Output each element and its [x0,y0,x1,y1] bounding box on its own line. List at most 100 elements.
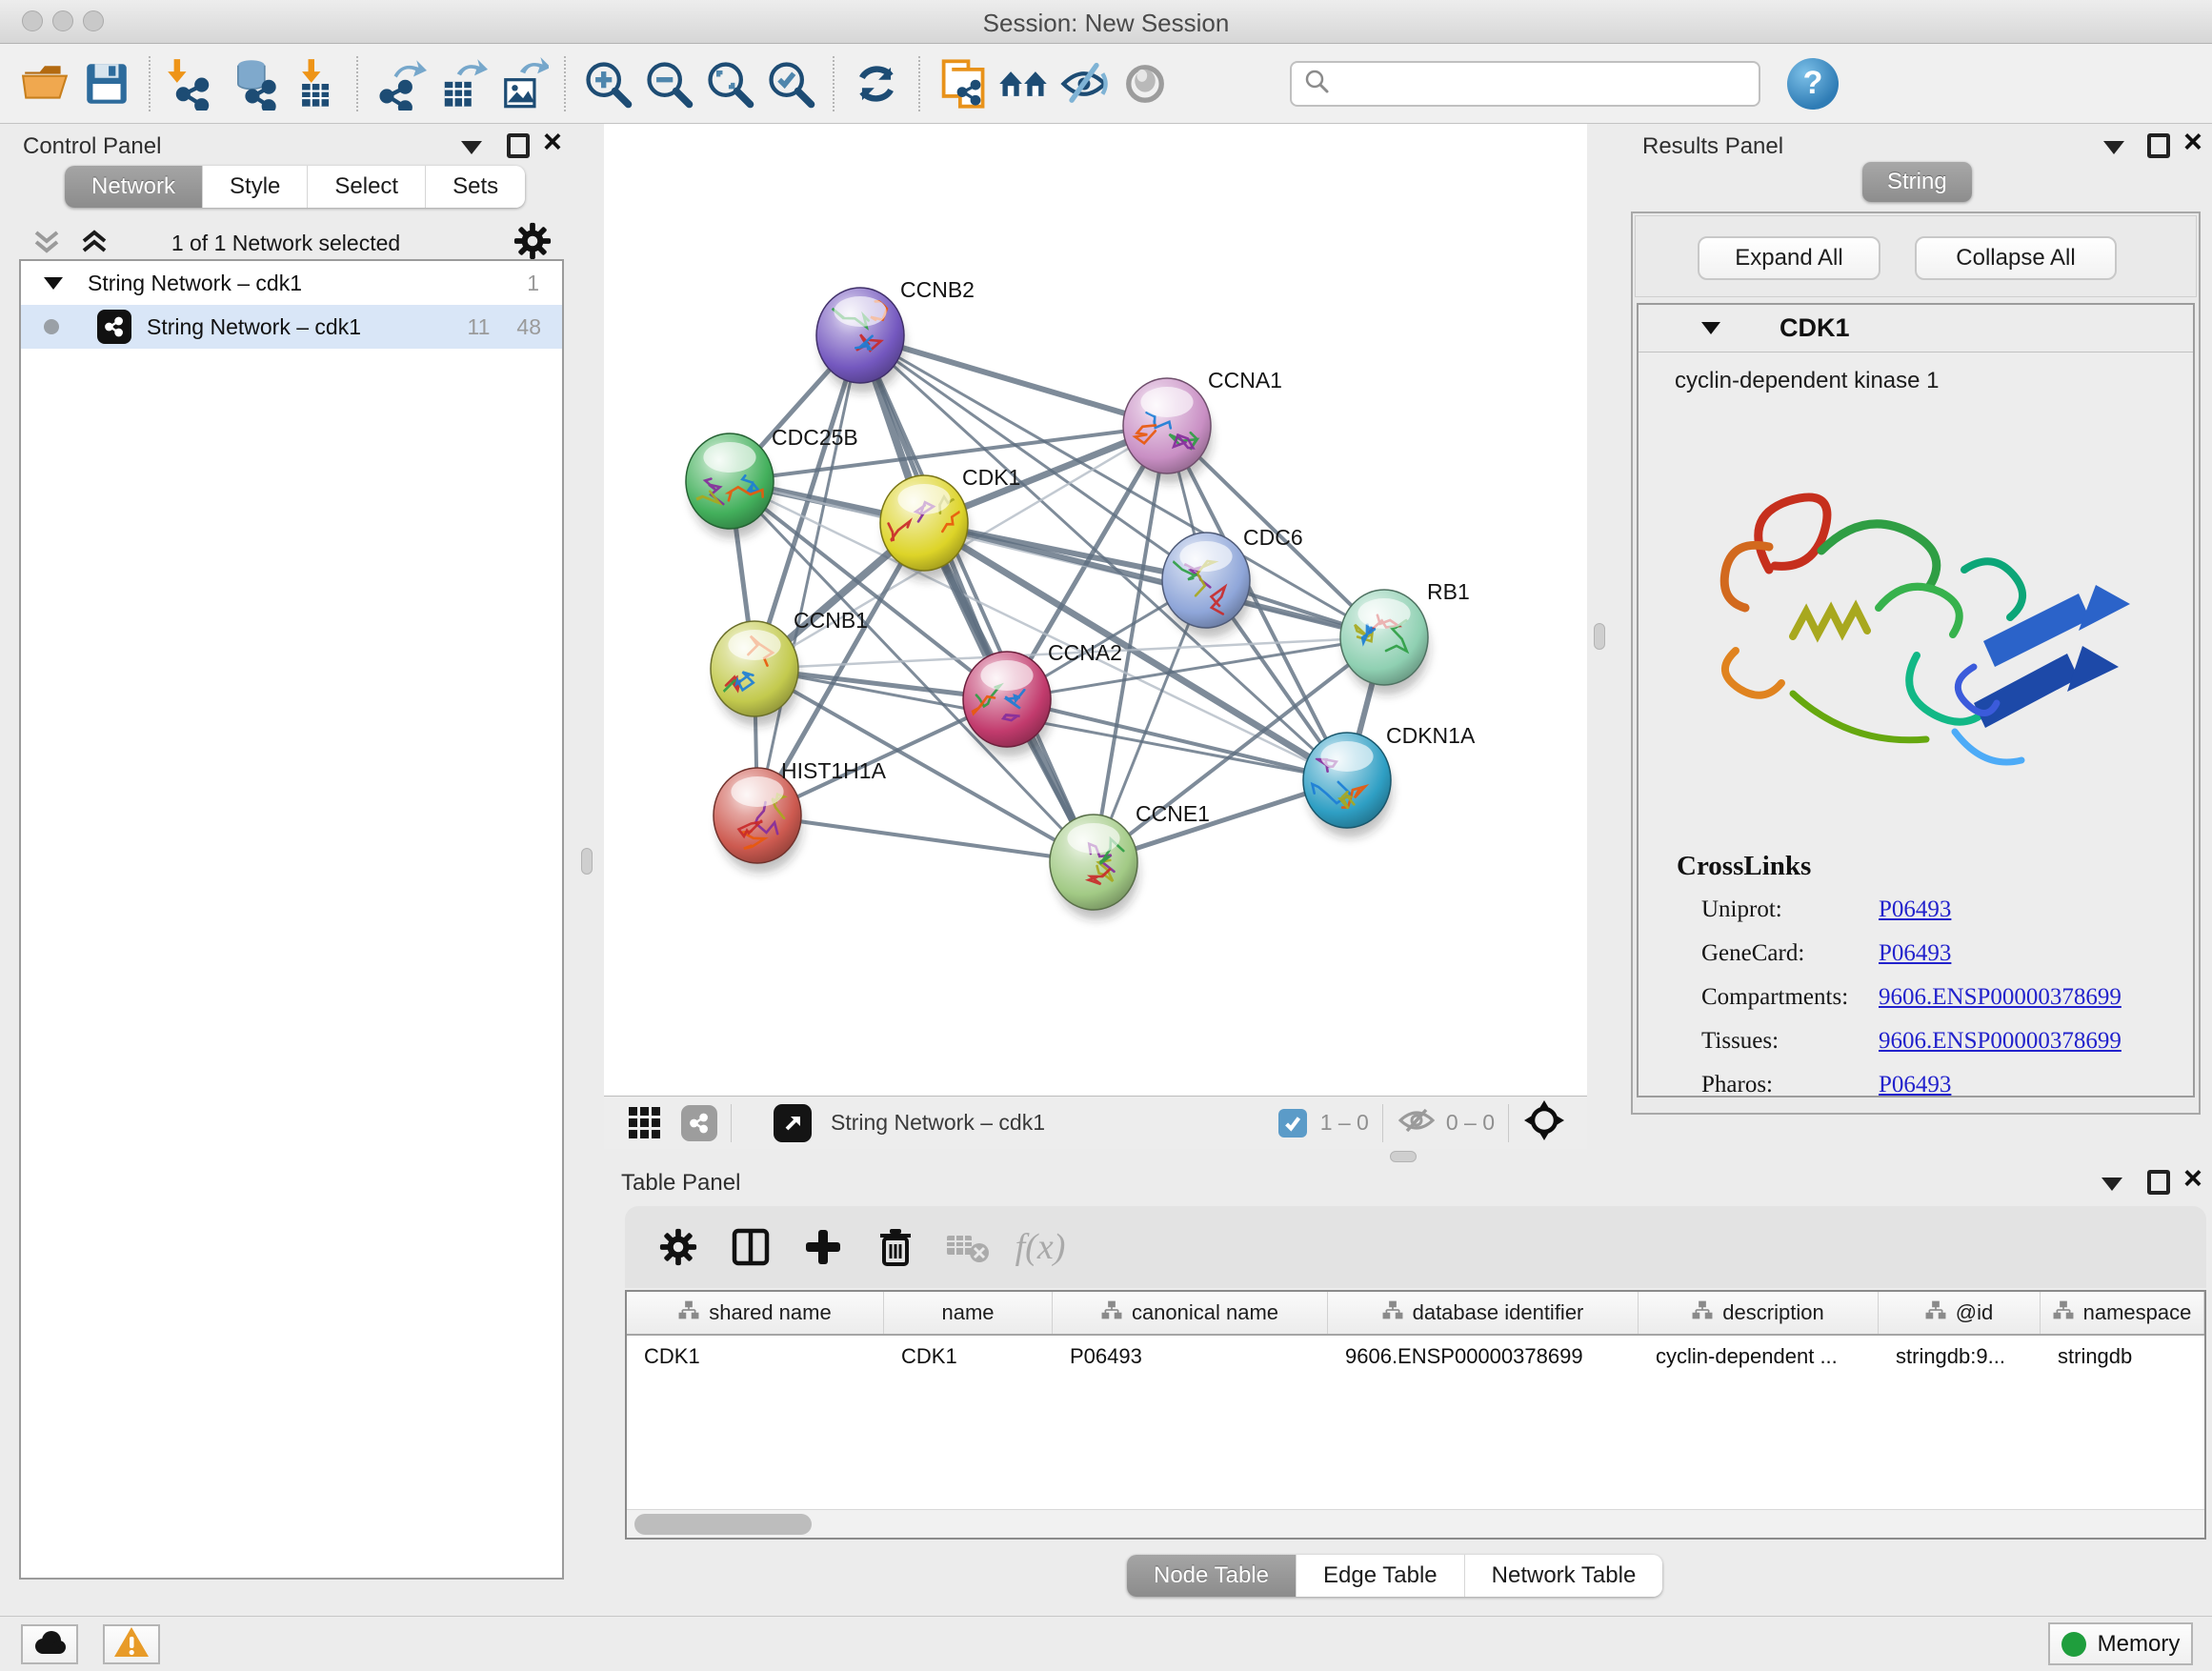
network-edge-CCNB2-CCNA1[interactable] [860,335,1167,426]
zoom-selected-icon[interactable] [760,54,821,113]
right-splitter-handle[interactable] [1594,623,1605,650]
import-network-icon[interactable] [162,54,223,113]
collapse-all-button[interactable]: Collapse All [1915,236,2117,280]
help-button[interactable]: ? [1787,58,1839,110]
network-edge-HIST1H1A-CCNE1[interactable] [757,815,1094,862]
table-row[interactable]: CDK1CDK1P064939606.ENSP00000378699cyclin… [627,1336,2204,1378]
network-edge-CCNB2-CCNE1[interactable] [860,335,1094,862]
tab-sets[interactable]: Sets [426,166,525,208]
column-header--id[interactable]: @id [1879,1292,2041,1334]
string-view-icon[interactable] [681,1105,717,1141]
function-builder-icon[interactable]: f(x) [1004,1218,1076,1276]
node-selection-mode-icon[interactable] [1522,1098,1566,1148]
scrollbar-thumb[interactable] [634,1514,812,1535]
table-cell[interactable]: stringdb:9... [1879,1344,2041,1369]
panel-close-icon[interactable]: × [543,130,562,154]
gene-section-header[interactable]: CDK1 [1639,305,2193,352]
table-settings-gear-icon[interactable] [642,1218,714,1276]
grid-view-icon[interactable] [629,1107,660,1138]
annotation-icon[interactable] [932,54,993,113]
tab-network-table[interactable]: Network Table [1465,1555,1663,1597]
table-cell[interactable]: stringdb [2041,1344,2204,1369]
network-node-HIST1H1A[interactable] [714,768,802,873]
show-columns-icon[interactable] [714,1218,787,1276]
table-cell[interactable]: CDK1 [627,1344,884,1369]
zoom-out-icon[interactable] [638,54,699,113]
network-collection-row[interactable]: String Network – cdk1 1 [21,261,562,305]
tab-string[interactable]: String [1862,162,1972,202]
network-node-CCNE1[interactable] [1050,815,1138,919]
delete-table-icon[interactable] [932,1218,1004,1276]
table-cell[interactable]: 9606.ENSP00000378699 [1328,1344,1639,1369]
column-header-namespace[interactable]: namespace [2041,1292,2204,1334]
crosslink-value-link[interactable]: P06493 [1879,940,1951,967]
panel-menu-icon[interactable] [2101,1178,2122,1191]
network-node-CCNB1[interactable] [705,621,800,726]
panel-float-icon[interactable] [507,133,530,158]
table-cell[interactable]: CDK1 [884,1344,1053,1369]
table-header-row: shared namenamecanonical namedatabase id… [627,1292,2204,1336]
gene-collapse-icon[interactable] [1701,322,1720,334]
birds-eye-view-icon[interactable] [774,1104,812,1142]
network-node-CDKN1A[interactable] [1303,733,1392,837]
tab-style[interactable]: Style [203,166,308,208]
panel-float-icon[interactable] [2147,133,2170,158]
add-column-icon[interactable] [787,1218,859,1276]
panel-menu-icon[interactable] [461,141,482,154]
hide-selected-icon[interactable] [1054,54,1115,113]
import-database-icon[interactable] [223,54,284,113]
tab-select[interactable]: Select [308,166,426,208]
zoom-fit-icon[interactable] [699,54,760,113]
zoom-in-icon[interactable] [577,54,638,113]
panel-close-icon[interactable]: × [2183,1166,2202,1191]
expand-all-button[interactable]: Expand All [1698,236,1880,280]
home-icon[interactable] [993,54,1054,113]
import-table-icon[interactable] [284,54,345,113]
network-row[interactable]: String Network – cdk1 11 48 [21,305,562,349]
panel-menu-icon[interactable] [2103,141,2124,154]
warning-button[interactable] [103,1624,160,1664]
cloud-button[interactable] [21,1624,78,1664]
column-header-description[interactable]: description [1639,1292,1879,1334]
crosslink-value-link[interactable]: P06493 [1879,896,1951,923]
bottom-splitter-handle[interactable] [1390,1151,1417,1162]
network-edge-CDK1-RB1[interactable] [924,523,1384,637]
open-session-icon[interactable] [15,54,76,113]
memory-button[interactable]: Memory [2048,1622,2193,1665]
column-header-canonical-name[interactable]: canonical name [1053,1292,1328,1334]
crosslink-value-link[interactable]: 9606.ENSP00000378699 [1879,1028,2122,1055]
refresh-view-icon[interactable] [846,54,907,113]
crosslink-value-link[interactable]: 9606.ENSP00000378699 [1879,984,2122,1011]
table-cell[interactable]: cyclin-dependent ... [1639,1344,1879,1369]
network-node-CCNA1[interactable] [1123,378,1212,483]
table-horizontal-scrollbar[interactable] [627,1509,2204,1538]
show-all-icon[interactable] [1115,54,1176,113]
tab-edge-table[interactable]: Edge Table [1297,1555,1465,1597]
export-image-icon[interactable] [492,54,553,113]
save-session-icon[interactable] [76,54,137,113]
collection-expand-icon[interactable] [44,277,63,290]
left-splitter-handle[interactable] [581,848,593,875]
column-header-database-identifier[interactable]: database identifier [1328,1292,1639,1334]
network-edge-CCNB2-HIST1H1A[interactable] [757,335,860,815]
panel-close-icon[interactable]: × [2183,130,2202,154]
column-header-name[interactable]: name [884,1292,1053,1334]
hidden-eye-icon[interactable] [1397,1106,1437,1140]
column-header-shared-name[interactable]: shared name [627,1292,884,1334]
panel-float-icon[interactable] [2147,1170,2170,1195]
selected-nodes-checkbox[interactable] [1278,1109,1307,1137]
network-edge-CCNA2-CDKN1A[interactable] [1007,699,1347,780]
search-input[interactable] [1339,70,1749,97]
network-node-RB1[interactable] [1340,590,1429,695]
crosslink-value-link[interactable]: P06493 [1879,1072,1951,1098]
network-node-CDK1[interactable] [880,475,972,580]
network-canvas[interactable]: CCNB2CCNA1CDC25BCDK1CDC6RB1CCNB1CCNA2CDK… [604,124,1587,1096]
export-network-icon[interactable] [370,54,431,113]
table-cell[interactable]: P06493 [1053,1344,1328,1369]
network-node-CCNB2[interactable] [816,288,905,393]
export-table-icon[interactable] [431,54,492,113]
network-node-CDC25B[interactable] [686,433,774,538]
tab-node-table[interactable]: Node Table [1127,1555,1297,1597]
delete-column-icon[interactable] [859,1218,932,1276]
tab-network[interactable]: Network [65,166,203,208]
